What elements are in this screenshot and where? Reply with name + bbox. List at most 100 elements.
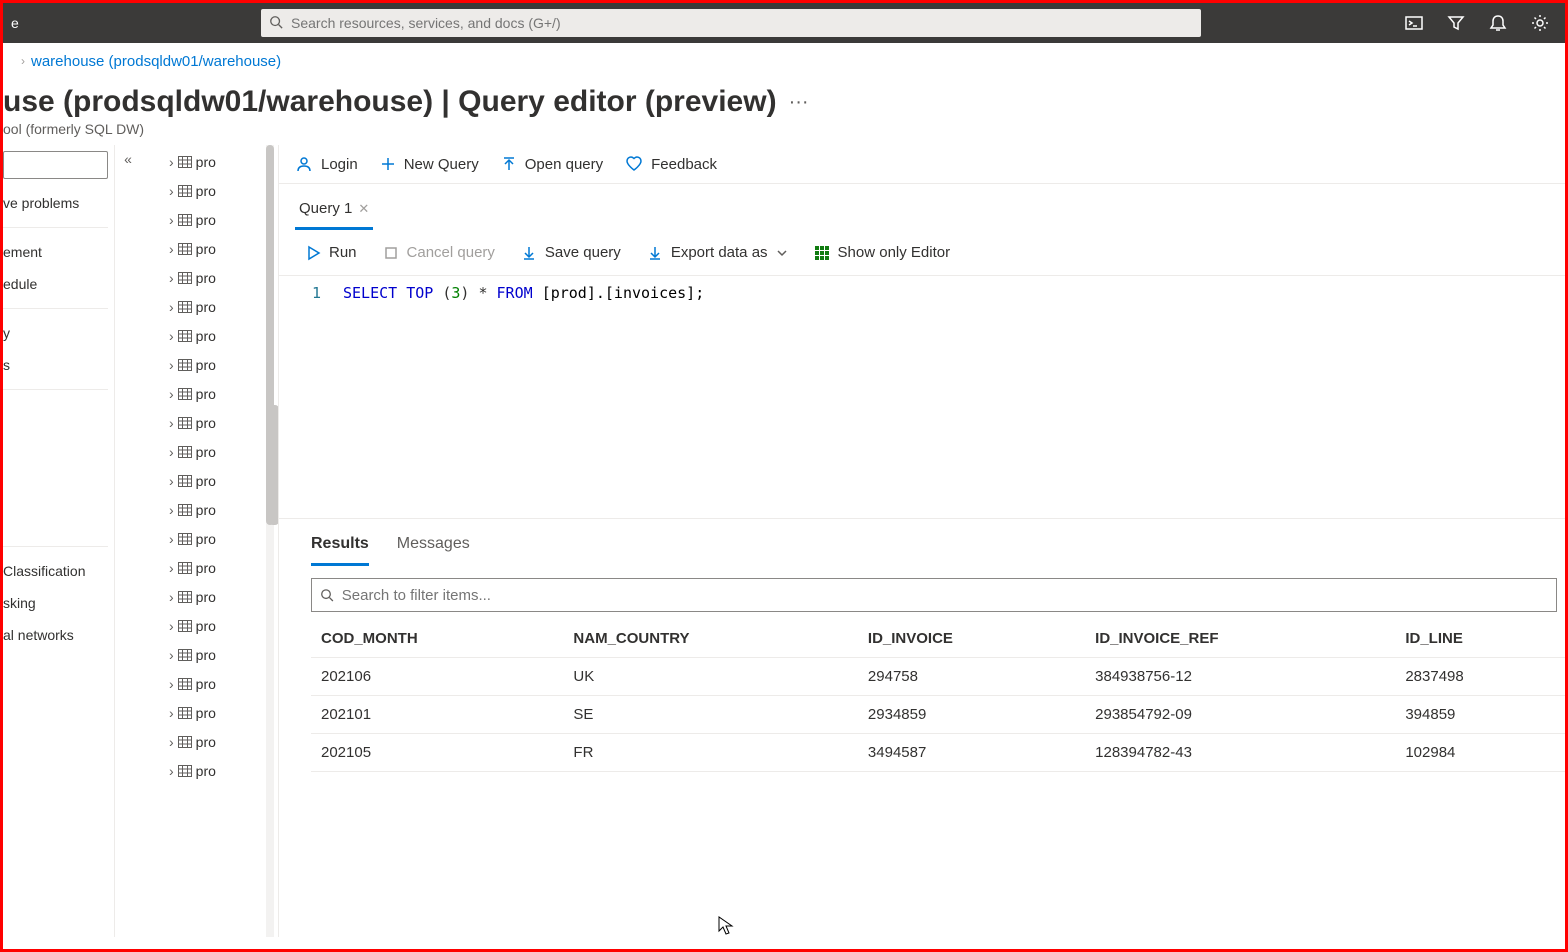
directory-filter-icon[interactable] [1445,12,1467,34]
column-header[interactable]: COD_MONTH [311,620,563,658]
tree-item-label: pro [196,328,216,344]
nav-item[interactable]: al networks [3,619,114,651]
more-actions-icon[interactable]: ··· [789,91,809,114]
tree-table-item[interactable]: ›pro [169,756,268,785]
table-cell: 202105 [311,734,563,772]
tree-table-item[interactable]: ›pro [169,524,268,553]
chevron-right-icon: › [169,618,174,634]
chevron-right-icon: › [169,676,174,692]
close-icon[interactable]: ✕ [358,201,369,217]
login-label: Login [321,156,358,173]
table-icon [178,243,192,255]
tree-item-label: pro [196,154,216,170]
feedback-button[interactable]: Feedback [625,155,717,173]
table-icon [178,301,192,313]
tree-table-item[interactable]: ›pro [169,205,268,234]
tree-table-item[interactable]: › pro [169,466,268,495]
nav-item[interactable]: Classification [3,555,114,587]
query-tab-label: Query 1 [299,200,352,217]
nav-item[interactable]: ve problems [3,187,114,219]
tree-table-item[interactable]: ›pro [169,176,268,205]
table-row[interactable]: 202105FR3494587128394782-43102984 [311,734,1565,772]
tree-table-item[interactable]: ›pro [169,553,268,582]
global-search-input[interactable] [291,15,1193,31]
login-button[interactable]: Login [295,155,358,173]
tree-table-item[interactable]: ›pro [169,292,268,321]
scrollbar[interactable] [266,145,274,937]
tree-table-item[interactable]: ›pro [169,495,268,524]
tree-item-label: pro [196,531,216,547]
nav-item[interactable]: s [3,349,114,381]
new-query-button[interactable]: New Query [380,156,479,173]
settings-icon[interactable] [1529,12,1551,34]
nav-item[interactable]: y [3,317,114,349]
table-icon [178,475,192,487]
results-filter[interactable] [311,578,1557,612]
tree-table-item[interactable]: ›pro [169,147,268,176]
tree-table-item[interactable]: ›pro [169,437,268,466]
nav-item[interactable]: sking [3,587,114,619]
table-row[interactable]: 202106UK294758384938756-122837498 [311,658,1565,696]
new-query-label: New Query [404,156,479,173]
column-header[interactable]: ID_LINE [1395,620,1565,658]
table-cell: 2837498 [1395,658,1565,696]
column-header[interactable]: ID_INVOICE [858,620,1085,658]
table-cell: 202101 [311,696,563,734]
tree-table-item[interactable]: › pro [169,698,268,727]
breadcrumb-link[interactable]: warehouse (prodsqldw01/warehouse) [31,53,281,70]
tree-table-item[interactable]: ›pro [169,582,268,611]
chevron-right-icon: › [169,212,174,228]
tree-table-item[interactable]: ›pro [169,379,268,408]
query-tabs: Query 1 ✕ [279,184,1565,230]
tree-table-item[interactable]: ›pro [169,640,268,669]
scrollbar[interactable] [269,405,279,525]
nav-item[interactable]: ement [3,236,114,268]
chevron-down-icon [776,247,788,259]
global-search[interactable] [261,9,1201,37]
tree-item-label: pro [196,676,216,692]
results-panel: Results Messages COD_MONTHNAM_COUNTRYID_… [279,518,1565,772]
column-header[interactable]: ID_INVOICE_REF [1085,620,1395,658]
tree-table-item[interactable]: ›pro [169,321,268,350]
tree-table-item[interactable]: ›pro [169,611,268,640]
run-button[interactable]: Run [305,244,357,261]
tree-table-item[interactable]: › pro [169,669,268,698]
tree-item-label: pro [196,705,216,721]
chevron-right-icon: › [169,473,174,489]
tree-table-item[interactable]: ›pro [169,263,268,292]
query-action-bar: Run Cancel query Save query Export data … [279,230,1565,275]
open-query-button[interactable]: Open query [501,156,603,173]
table-row[interactable]: 202101SE2934859293854792-09394859 [311,696,1565,734]
cloud-shell-icon[interactable] [1403,12,1425,34]
save-query-button[interactable]: Save query [521,244,621,261]
tree-table-item[interactable]: ›pro [169,350,268,379]
sql-editor[interactable]: ‹ 1 SELECT TOP (3) * FROM [prod].[invoic… [279,275,1565,518]
query-tab-1[interactable]: Query 1 ✕ [295,194,373,230]
table-cell: 394859 [1395,696,1565,734]
notifications-icon[interactable] [1487,12,1509,34]
tree-table-item[interactable]: ›pro [169,234,268,263]
show-only-editor-button[interactable]: Show only Editor [814,244,951,261]
table-cell: 3494587 [858,734,1085,772]
tree-table-item[interactable]: ›pro [169,408,268,437]
messages-tab[interactable]: Messages [397,529,470,566]
collapse-nav-button[interactable]: « [115,145,141,937]
results-tab[interactable]: Results [311,529,369,566]
code-area[interactable]: SELECT TOP (3) * FROM [prod].[invoices]; [331,276,1565,518]
export-data-button[interactable]: Export data as [647,244,788,261]
chevron-right-icon: › [21,54,25,68]
table-icon [178,649,192,661]
chevron-right-icon: › [169,705,174,721]
page-title: use (prodsqldw01/warehouse) | Query edit… [3,85,777,119]
chevron-right-icon: › [169,183,174,199]
nav-search[interactable] [3,151,108,179]
table-icon [178,417,192,429]
tree-item-label: pro [196,473,216,489]
results-filter-input[interactable] [342,587,1548,604]
table-cell: SE [563,696,858,734]
tree-table-item[interactable]: ›pro [169,727,268,756]
column-header[interactable]: NAM_COUNTRY [563,620,858,658]
export-label: Export data as [671,244,768,261]
nav-item[interactable]: edule [3,268,114,300]
tree-item-label: pro [196,589,216,605]
